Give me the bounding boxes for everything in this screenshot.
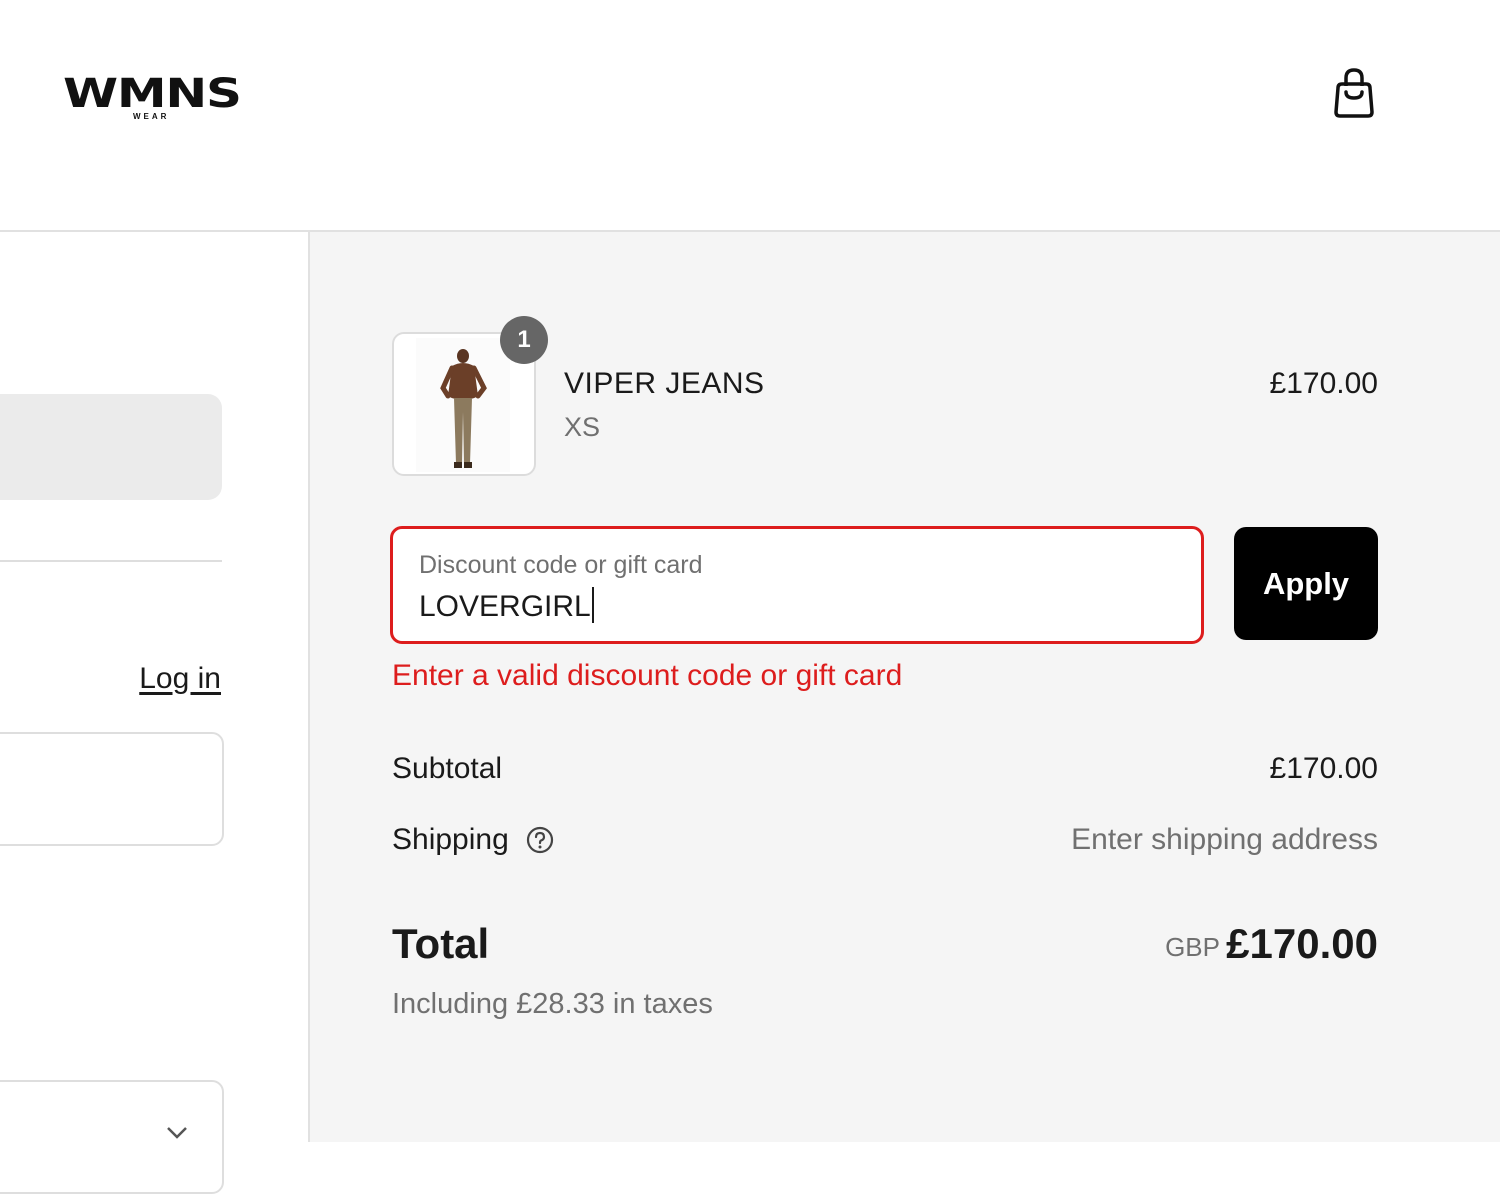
product-price: £170.00 xyxy=(1269,367,1378,400)
shipping-label: Shipping xyxy=(392,823,509,856)
total-value: £170.00 xyxy=(1226,920,1378,967)
shipping-value: Enter shipping address xyxy=(1071,823,1378,856)
logo-text: WMNS xyxy=(63,71,242,117)
checkout-form-column: Log in xyxy=(0,232,310,1194)
product-variant: XS xyxy=(564,412,601,442)
brand-logo[interactable]: WMNS WEAR xyxy=(63,72,247,124)
discount-code-input[interactable]: Discount code or gift card LOVERGIRL xyxy=(390,526,1204,644)
country-select[interactable] xyxy=(0,1080,224,1194)
discount-error-message: Enter a valid discount code or gift card xyxy=(392,659,903,692)
order-summary: 1 VIPER JEANS XS £170.00 Discount code o… xyxy=(310,232,1500,1142)
subtotal-value: £170.00 xyxy=(1269,752,1378,785)
currency-code: GBP xyxy=(1165,932,1220,962)
total-label: Total xyxy=(392,920,490,967)
discount-value-text: LOVERGIRL xyxy=(419,590,591,623)
question-circle-icon[interactable] xyxy=(526,826,554,854)
discount-field-label: Discount code or gift card xyxy=(419,551,703,579)
product-name: VIPER JEANS xyxy=(564,367,765,400)
shopping-bag-icon[interactable] xyxy=(1330,66,1378,122)
logo-subtext: WEAR xyxy=(133,112,170,121)
quantity-badge: 1 xyxy=(500,316,548,364)
taxes-note: Including £28.33 in taxes xyxy=(392,988,713,1020)
express-checkout-button[interactable] xyxy=(0,394,222,500)
contact-input[interactable] xyxy=(0,732,224,846)
login-link[interactable]: Log in xyxy=(139,662,221,696)
chevron-down-icon xyxy=(167,1127,187,1139)
discount-field-value: LOVERGIRL xyxy=(419,587,594,624)
text-caret xyxy=(591,587,594,623)
subtotal-label: Subtotal xyxy=(392,752,503,785)
divider xyxy=(0,560,222,562)
apply-discount-button[interactable]: Apply xyxy=(1234,527,1378,640)
site-header: WMNS WEAR xyxy=(0,0,1500,232)
model-figure-image xyxy=(440,349,487,468)
product-image xyxy=(416,338,510,472)
